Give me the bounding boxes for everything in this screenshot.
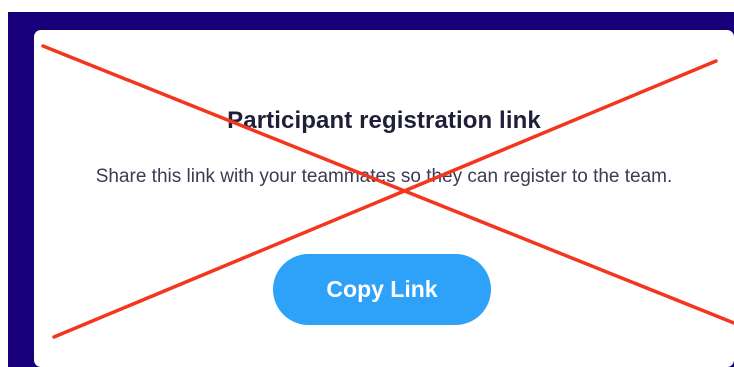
copy-link-button[interactable]: Copy Link	[273, 254, 491, 325]
card-title: Participant registration link	[227, 107, 541, 134]
screenshot-stage: Participant registration link Share this…	[0, 0, 734, 367]
card-description: Share this link with your teammates so t…	[95, 166, 673, 187]
registration-link-card: Participant registration link Share this…	[34, 30, 734, 367]
